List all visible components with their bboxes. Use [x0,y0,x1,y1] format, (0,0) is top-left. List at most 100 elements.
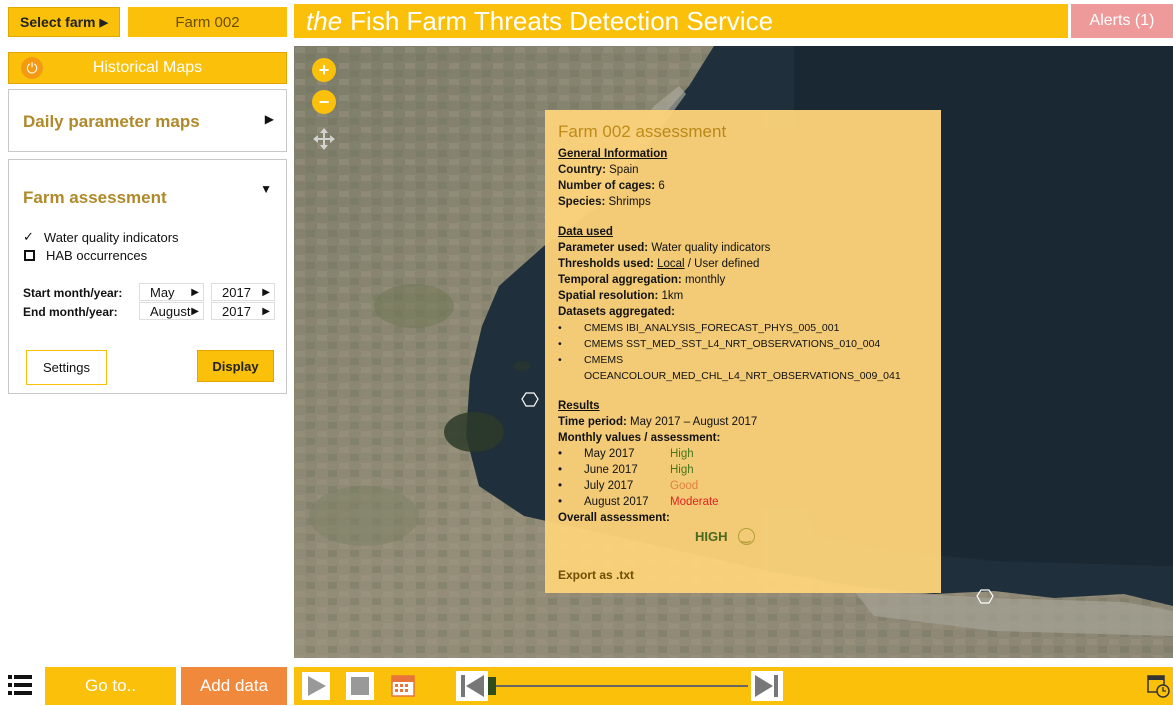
start-month-label: Start month/year: [23,286,123,300]
thresholds-user-defined: / User defined [687,258,760,270]
select-arrow-icon: ▶ [191,305,199,317]
play-icon [308,676,326,696]
checkbox-empty-icon [24,250,35,261]
select-farm-button[interactable]: Select farm ▶ [8,7,120,37]
calendar-icon [391,675,415,697]
start-year-value: 2017 [222,284,251,300]
data-used-heading: Data used [558,226,613,238]
skip-start-button[interactable] [456,671,488,701]
period-value: May 2017 – August 2017 [630,416,758,428]
app-title: the Fish Farm Threats Detection Service [294,4,1068,38]
thresholds-row: Thresholds used: Local / User defined [558,256,941,272]
select-arrow-icon: ▶ [262,305,270,317]
timeline-bar [294,667,1173,705]
country-row: Country: Spain [558,162,941,178]
skip-start-icon [461,675,484,697]
monthly-item: July 2017 Good [558,478,941,494]
option-hab-occurrences[interactable]: HAB occurrences [23,248,147,263]
monthly-item: June 2017 High [558,462,941,478]
month-status: Moderate [670,496,719,508]
power-icon[interactable]: ⏻ [21,57,43,79]
dataset-item: CMEMS IBI_ANALYSIS_FORECAST_PHYS_005_001 [558,320,941,336]
farm-assessment-title[interactable]: Farm assessment [23,188,167,208]
thresholds-local-link[interactable]: Local [657,258,685,270]
species-row: Species: Shrimps [558,194,941,210]
current-farm-label[interactable]: Farm 002 [128,7,287,37]
start-month-select[interactable]: May ▶ [139,283,204,301]
overall-value: HIGH [695,528,728,544]
results-heading: Results [558,400,600,412]
stop-button[interactable] [346,672,374,700]
skip-end-button[interactable] [751,671,783,701]
stop-icon [351,677,369,695]
parameter-label: Parameter used: [558,242,649,254]
spatial-label: Spatial resolution: [558,290,659,302]
settings-button[interactable]: Settings [26,350,107,385]
play-arrow-icon: ▶ [99,16,108,29]
temporal-row: Temporal aggregation: monthly [558,272,941,288]
play-button[interactable] [302,672,330,700]
popup-title: Farm 002 assessment [558,122,727,141]
historical-maps-button[interactable]: ⏻ Historical Maps [8,52,287,84]
datasets-label: Datasets aggregated: [558,306,675,318]
period-row: Time period: May 2017 – August 2017 [558,414,941,430]
checkmark-icon: ✓ [23,229,34,244]
farm-assessment-popup: Farm 002 assessment General Information … [545,110,941,593]
zoom-out-icon[interactable]: − [312,90,336,114]
daily-parameter-maps-title: Daily parameter maps [23,112,200,131]
calendar-alert-button[interactable] [1147,673,1171,699]
historical-maps-label: Historical Maps [92,59,203,76]
pan-move-icon[interactable] [311,126,337,152]
thresholds-label: Thresholds used: [558,258,654,270]
select-farm-label: Select farm [20,14,96,30]
daily-parameter-maps-panel[interactable]: Daily parameter maps ▶ [8,89,287,152]
dataset-item: CMEMS SST_MED_SST_L4_NRT_OBSERVATIONS_01… [558,336,941,352]
end-month-value: August [150,303,191,319]
expand-right-icon[interactable]: ▶ [265,112,274,126]
monthly-label: Monthly values / assessment: [558,432,721,444]
export-txt-link[interactable]: Export as .txt [558,567,634,583]
spatial-row: Spatial resolution: 1km [558,288,941,304]
month-status: High [670,448,694,460]
calendar-clock-icon [1147,675,1170,698]
add-data-button[interactable]: Add data [181,667,287,705]
option-water-quality[interactable]: ✓ Water quality indicators [23,229,179,245]
general-info-heading: General Information [558,148,668,160]
goto-button[interactable]: Go to.. [45,667,176,705]
alerts-button[interactable]: Alerts (1) [1071,4,1173,38]
country-label: Country: [558,164,606,176]
month-label: June 2017 [584,464,638,476]
zoom-in-icon[interactable]: + [312,58,336,82]
option-label: Water quality indicators [43,229,179,245]
country-value: Spain [609,164,639,176]
title-main: Fish Farm Threats Detection Service [350,5,774,36]
display-button[interactable]: Display [197,350,274,382]
list-menu-icon[interactable] [8,673,32,697]
monthly-list: May 2017 High June 2017 High July 2017 Good Au… [558,446,941,510]
cages-label: Number of cages: [558,180,656,192]
select-arrow-icon: ▶ [191,286,199,298]
start-year-select[interactable]: 2017 ▶ [211,283,275,301]
monthly-item: May 2017 High [558,446,941,462]
select-arrow-icon: ▶ [262,286,270,298]
skip-end-icon [755,675,778,697]
end-month-select[interactable]: August ▶ [139,302,204,320]
collapse-down-icon[interactable]: ▼ [260,182,272,196]
farm-assessment-panel: Farm assessment ▼ ✓ Water quality indica… [8,159,287,394]
month-status: High [670,464,694,476]
timeline-track[interactable] [492,685,748,687]
parameter-row: Parameter used: Water quality indicators [558,240,941,256]
species-value: Shrimps [608,196,651,208]
temporal-value: monthly [684,274,726,286]
timeline-slider-handle[interactable] [488,677,496,695]
overall-label: Overall assessment: [558,512,670,524]
end-year-value: 2017 [222,303,251,319]
dataset-item: CMEMS OCEANCOLOUR_MED_CHL_L4_NRT_OBSERVA… [558,352,941,384]
species-label: Species: [558,196,606,208]
spatial-value: 1km [661,290,684,302]
title-prefix: the [306,5,343,36]
end-year-select[interactable]: 2017 ▶ [211,302,275,320]
calendar-button[interactable] [390,672,416,698]
temporal-label: Temporal aggregation: [558,274,682,286]
cages-row: Number of cages: 6 [558,178,941,194]
